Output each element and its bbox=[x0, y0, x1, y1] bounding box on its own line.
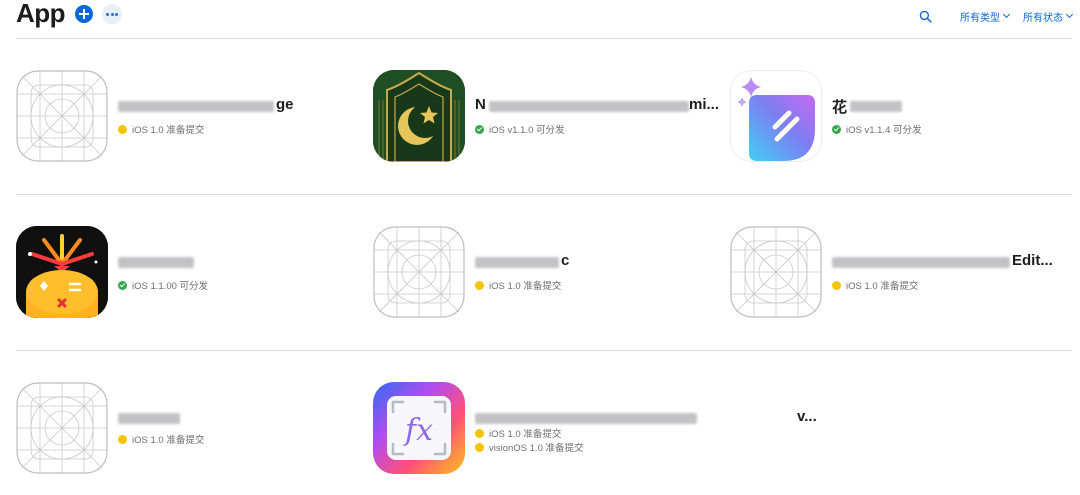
status-dot-icon bbox=[475, 428, 484, 438]
status-filter-dropdown[interactable]: 所有状态 bbox=[1023, 9, 1074, 24]
header-actions: 所有类型 所有状态 bbox=[919, 9, 1074, 24]
page-title: App bbox=[16, 0, 66, 28]
app-card[interactable]: N mi... iOS v1.1.0 可分发 bbox=[373, 70, 719, 166]
chevron-down-icon bbox=[1002, 10, 1011, 19]
more-options-button[interactable] bbox=[102, 4, 122, 24]
divider bbox=[16, 350, 1072, 351]
status-filter-label: 所有状态 bbox=[1023, 12, 1063, 24]
divider bbox=[16, 194, 1072, 195]
app-name[interactable] bbox=[118, 252, 354, 272]
app-card[interactable]: iOS 1.1.00 可分发 bbox=[16, 226, 356, 322]
status-dot-icon bbox=[118, 434, 127, 444]
add-app-button[interactable] bbox=[75, 5, 93, 23]
redacted-name bbox=[475, 413, 697, 424]
app-name-text: Edit... bbox=[1012, 252, 1053, 269]
placeholder-grid-icon bbox=[730, 226, 822, 318]
type-filter-dropdown[interactable]: 所有类型 bbox=[960, 9, 1011, 24]
status-row: iOS 1.0 准备提交 bbox=[118, 432, 204, 446]
redacted-name bbox=[475, 257, 559, 268]
app-name-text: N bbox=[475, 96, 486, 113]
ellipsis-icon bbox=[106, 13, 109, 16]
status-row: iOS 1.0 准备提交 bbox=[475, 278, 561, 292]
search-icon[interactable] bbox=[919, 10, 932, 23]
chevron-down-icon bbox=[1065, 10, 1074, 19]
status-dot-icon bbox=[475, 442, 484, 452]
fx-gradient-app-icon: fx bbox=[373, 382, 465, 474]
status-text: iOS v1.1.0 可分发 bbox=[489, 125, 565, 136]
status-text: iOS 1.0 准备提交 bbox=[132, 435, 205, 446]
redacted-name bbox=[118, 101, 274, 112]
placeholder-grid-icon bbox=[373, 226, 465, 318]
svg-text:fx: fx bbox=[403, 413, 433, 448]
redacted-name bbox=[832, 257, 1010, 268]
app-card[interactable]: 花 iOS v1.1.4 可分发 bbox=[730, 70, 1070, 166]
app-name[interactable] bbox=[118, 408, 354, 428]
app-name-text: ge bbox=[276, 96, 294, 113]
app-name[interactable]: Edit... bbox=[832, 252, 1068, 272]
placeholder-grid-icon bbox=[16, 382, 108, 474]
app-card[interactable]: Edit... iOS 1.0 准备提交 bbox=[730, 226, 1070, 322]
status-text: iOS 1.0 准备提交 bbox=[132, 125, 205, 136]
app-name[interactable]: ge bbox=[118, 96, 354, 116]
placeholder-grid-icon bbox=[16, 70, 108, 162]
status-check-icon bbox=[832, 124, 841, 134]
status-row: iOS v1.1.4 可分发 bbox=[832, 122, 922, 136]
app-card[interactable]: c iOS 1.0 准备提交 bbox=[373, 226, 713, 322]
page-header: App 所有类型 所有状态 bbox=[16, 0, 1074, 38]
status-dot-icon bbox=[475, 280, 484, 290]
status-text: iOS 1.0 准备提交 bbox=[846, 281, 919, 292]
status-check-icon bbox=[118, 280, 127, 290]
app-name-text: v... bbox=[797, 408, 817, 425]
sparkle-leaf-app-icon bbox=[730, 70, 822, 162]
status-row: iOS 1.1.00 可分发 bbox=[118, 278, 208, 292]
status-text: iOS 1.0 准备提交 bbox=[489, 429, 562, 440]
status-row: iOS v1.1.0 可分发 bbox=[475, 122, 565, 136]
app-card[interactable]: fx v... iOS 1.0 准备提交 visionOS 1.0 准备提交 bbox=[373, 382, 817, 478]
status-dot-icon bbox=[118, 124, 127, 134]
status-check-icon bbox=[475, 124, 484, 134]
app-name-text: 花 bbox=[832, 99, 848, 116]
status-text: iOS v1.1.4 可分发 bbox=[846, 125, 922, 136]
status-row: iOS 1.0 准备提交 bbox=[118, 122, 204, 136]
app-name-text: c bbox=[561, 252, 570, 269]
app-name[interactable]: N mi... bbox=[475, 96, 719, 116]
app-name[interactable]: 花 bbox=[832, 96, 1068, 116]
firework-face-app-icon bbox=[16, 226, 108, 318]
app-name-text: mi... bbox=[689, 96, 720, 113]
status-dot-icon bbox=[832, 280, 841, 290]
status-row: iOS 1.0 准备提交 bbox=[475, 426, 561, 440]
status-text: visionOS 1.0 准备提交 bbox=[489, 443, 584, 454]
redacted-name bbox=[850, 101, 902, 112]
app-name[interactable]: v... bbox=[475, 408, 817, 428]
app-card[interactable]: ge iOS 1.0 准备提交 bbox=[16, 70, 356, 166]
app-name[interactable]: c bbox=[475, 252, 711, 272]
divider bbox=[16, 38, 1072, 39]
app-card[interactable]: iOS 1.0 准备提交 bbox=[16, 382, 356, 478]
status-row: iOS 1.0 准备提交 bbox=[832, 278, 918, 292]
type-filter-label: 所有类型 bbox=[960, 12, 1000, 24]
crescent-star-mosque-icon bbox=[373, 70, 465, 162]
redacted-name bbox=[118, 413, 180, 424]
status-row: visionOS 1.0 准备提交 bbox=[475, 440, 584, 454]
redacted-name bbox=[118, 257, 194, 268]
status-text: iOS 1.1.00 可分发 bbox=[132, 281, 209, 292]
status-text: iOS 1.0 准备提交 bbox=[489, 281, 562, 292]
redacted-name bbox=[489, 101, 689, 112]
